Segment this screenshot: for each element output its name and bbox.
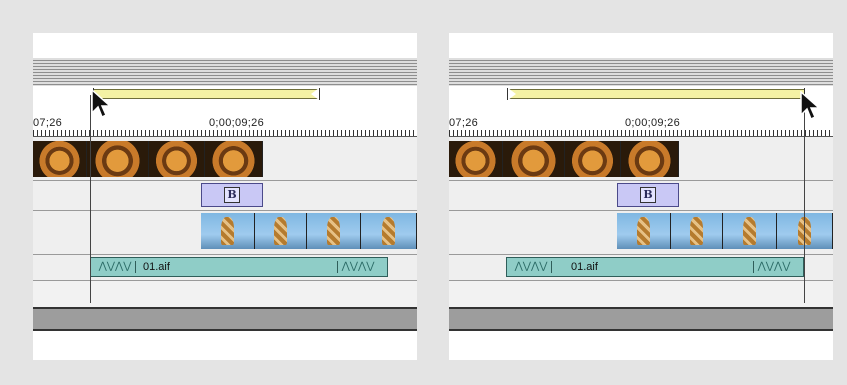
- transition-clip[interactable]: B: [201, 183, 263, 207]
- work-area-end-marker-line: [319, 88, 320, 100]
- timeline-scrollbar[interactable]: [33, 307, 417, 331]
- edit-line: [90, 95, 91, 303]
- timecode-left: 07;26: [33, 117, 63, 129]
- video-clip-tiger-frame[interactable]: [205, 141, 263, 177]
- work-area-bar[interactable]: [93, 89, 319, 99]
- arrow-cursor: [91, 89, 112, 119]
- video-track-2: [449, 211, 833, 255]
- video-clip-giraffe-frame[interactable]: [671, 213, 723, 249]
- time-ruler[interactable]: 07;26 0;00;09;26: [449, 108, 833, 137]
- waveform-icon: ⋀⋁⋀⋁: [753, 261, 794, 273]
- waveform-icon: ⋀⋁⋀⋁: [511, 261, 552, 273]
- video-clip-giraffe-frame[interactable]: [777, 213, 833, 249]
- video-clip-giraffe-frame[interactable]: [723, 213, 777, 249]
- video-clip-giraffe-frame[interactable]: [201, 213, 255, 249]
- video-clip-tiger-frame[interactable]: [621, 141, 679, 177]
- video-clip-tiger-frame[interactable]: [565, 141, 621, 177]
- timecode-center: 0;00;09;26: [625, 117, 680, 129]
- video-clip-tiger-frame[interactable]: [87, 141, 149, 177]
- waveform-icon: ⋀⋁⋀⋁: [95, 261, 136, 273]
- edit-line: [804, 95, 805, 303]
- video-clip-giraffe-frame[interactable]: [617, 213, 671, 249]
- transition-track: B: [449, 181, 833, 211]
- video-clip-tiger-frame[interactable]: [449, 141, 503, 177]
- audio-clip[interactable]: ⋀⋁⋀⋁ 01.aif ⋀⋁⋀⋁: [506, 257, 804, 277]
- work-area-end-marker[interactable]: [311, 88, 319, 100]
- timeline-scrollbar[interactable]: [449, 307, 833, 331]
- audio-clip[interactable]: ⋀⋁⋀⋁ 01.aif ⋀⋁⋀⋁: [90, 257, 388, 277]
- video-clip-giraffe-frame[interactable]: [255, 213, 307, 249]
- transition-clip[interactable]: B: [617, 183, 679, 207]
- video-clip-giraffe-frame[interactable]: [361, 213, 417, 249]
- timeline-panel-right: 07;26 0;00;09;26 B ⋀⋁⋀⋁ 01.aif ⋀⋁⋀⋁: [449, 33, 833, 360]
- audio-track: ⋀⋁⋀⋁ 01.aif ⋀⋁⋀⋁: [449, 255, 833, 281]
- empty-track: [449, 281, 833, 307]
- work-area-start-marker[interactable]: [508, 88, 516, 100]
- work-area-start-marker-line: [507, 88, 508, 100]
- audio-clip-name: 01.aif: [143, 261, 170, 273]
- video-clip-tiger-frame[interactable]: [33, 141, 87, 177]
- work-area-bar[interactable]: [507, 89, 805, 99]
- waveform-icon: ⋀⋁⋀⋁: [337, 261, 378, 273]
- arrow-cursor: [800, 91, 821, 121]
- video-clip-giraffe-frame[interactable]: [307, 213, 361, 249]
- time-ruler-ticks: [449, 130, 833, 136]
- audio-clip-name: 01.aif: [571, 261, 598, 273]
- video-clip-tiger-frame[interactable]: [149, 141, 205, 177]
- timecode-center: 0;00;09;26: [209, 117, 264, 129]
- transition-icon: B: [224, 187, 240, 203]
- timeline-panel-left: 07;26 0;00;09;26 B ⋀⋁⋀⋁ 01.aif ⋀⋁⋀⋁: [33, 33, 417, 360]
- transition-icon: B: [640, 187, 656, 203]
- video-track-1: [449, 137, 833, 181]
- video-clip-tiger-frame[interactable]: [503, 141, 565, 177]
- timecode-left: 07;26: [449, 117, 479, 129]
